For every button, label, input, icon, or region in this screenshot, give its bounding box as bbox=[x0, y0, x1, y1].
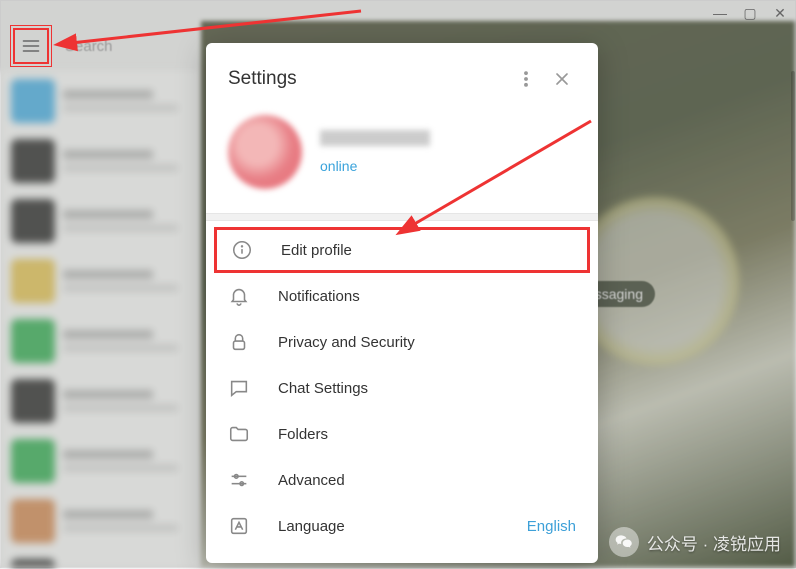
folder-icon bbox=[228, 423, 250, 445]
menu-item-privacy[interactable]: Privacy and Security bbox=[206, 319, 598, 365]
settings-modal: Settings online Edit profile Notificatio… bbox=[206, 43, 598, 563]
close-icon bbox=[552, 69, 572, 89]
profile-status: online bbox=[320, 158, 430, 174]
info-icon bbox=[231, 239, 253, 261]
menu-item-folders[interactable]: Folders bbox=[206, 411, 598, 457]
sliders-icon bbox=[228, 469, 250, 491]
menu-item-chat-settings[interactable]: Chat Settings bbox=[206, 365, 598, 411]
maximize-button[interactable]: ▢ bbox=[741, 5, 759, 22]
section-divider bbox=[206, 213, 598, 221]
menu-label: Language bbox=[278, 518, 499, 535]
watermark-text: 公众号 · 凌锐应用 bbox=[647, 530, 781, 555]
search-input[interactable]: Search bbox=[65, 38, 113, 55]
menu-label: Chat Settings bbox=[278, 380, 576, 397]
close-window-button[interactable]: ✕ bbox=[771, 5, 789, 22]
hamburger-menu-button[interactable] bbox=[13, 28, 49, 64]
menu-label: Folders bbox=[278, 426, 576, 443]
menu-item-edit-profile[interactable]: Edit profile bbox=[214, 227, 590, 273]
watermark: 公众号 · 凌锐应用 bbox=[609, 527, 781, 557]
menu-label: Notifications bbox=[278, 288, 576, 305]
lock-icon bbox=[228, 331, 250, 353]
window-controls: — ▢ ✕ bbox=[711, 5, 789, 22]
scrollbar[interactable] bbox=[791, 71, 795, 221]
wechat-icon bbox=[609, 527, 639, 557]
menu-label: Advanced bbox=[278, 472, 576, 489]
settings-title: Settings bbox=[228, 68, 508, 90]
chat-icon bbox=[228, 377, 250, 399]
settings-menu-list: Edit profile Notifications Privacy and S… bbox=[206, 221, 598, 555]
menu-label: Privacy and Security bbox=[278, 334, 576, 351]
close-settings-button[interactable] bbox=[544, 61, 580, 97]
menu-item-advanced[interactable]: Advanced bbox=[206, 457, 598, 503]
more-vertical-icon bbox=[516, 69, 536, 89]
bell-icon bbox=[228, 285, 250, 307]
profile-section[interactable]: online bbox=[206, 109, 598, 213]
minimize-button[interactable]: — bbox=[711, 5, 729, 22]
profile-name-redacted bbox=[320, 130, 430, 146]
menu-value: English bbox=[527, 518, 576, 535]
language-icon bbox=[228, 515, 250, 537]
more-options-button[interactable] bbox=[508, 61, 544, 97]
profile-avatar bbox=[228, 115, 302, 189]
menu-item-language[interactable]: Language English bbox=[206, 503, 598, 549]
profile-text: online bbox=[320, 130, 430, 174]
settings-header: Settings bbox=[206, 43, 598, 109]
hamburger-icon bbox=[21, 36, 41, 56]
menu-label: Edit profile bbox=[281, 242, 573, 259]
menu-item-notifications[interactable]: Notifications bbox=[206, 273, 598, 319]
